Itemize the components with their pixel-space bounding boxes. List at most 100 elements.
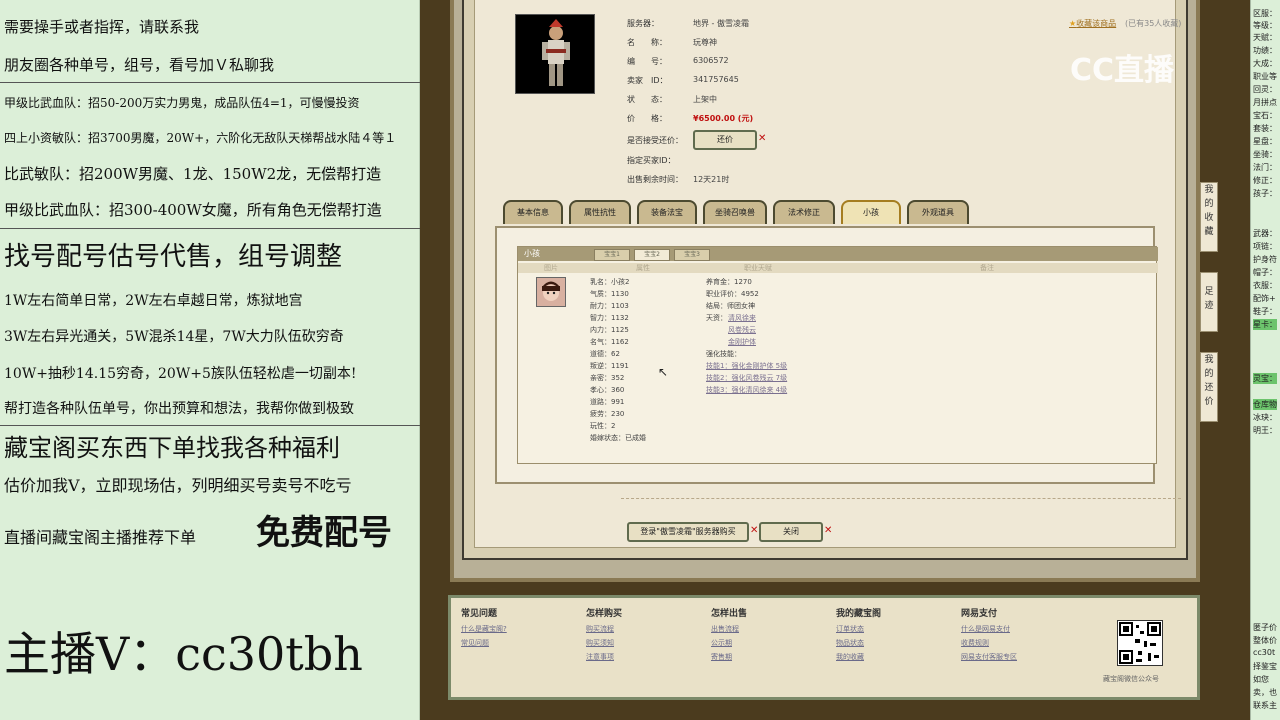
footer-link[interactable]: 我的收藏 — [836, 652, 864, 662]
footer-link[interactable]: 收费规则 — [961, 638, 989, 648]
promo-line: 1W左右简单日常，2W左右卓越日常，炼狱地宫 — [4, 293, 303, 309]
time-left-value: 12天21时 — [693, 175, 730, 184]
promo-line: 帮打造各种队伍单号，你出预算和想法，我帮你做到极致 — [4, 401, 354, 417]
tab-kid-3[interactable]: 宝宝3 — [674, 249, 710, 261]
info-row: 星盘： — [1253, 137, 1277, 146]
footer-link[interactable]: 常见问题 — [461, 638, 489, 648]
price-label: 价 格： — [627, 114, 667, 123]
info-row: 星卡： — [1253, 319, 1277, 330]
info-row: 整体价 — [1253, 636, 1277, 645]
sidebar-footprint[interactable]: 足迹 — [1200, 272, 1218, 332]
tab-kid-2[interactable]: 宝宝2 — [634, 249, 670, 261]
kid-info: 天资： — [706, 314, 727, 322]
footer-heading: 怎样出售 — [711, 609, 748, 619]
divider — [621, 498, 1181, 499]
footer-link[interactable]: 什么是网易支付 — [961, 624, 1010, 634]
promo-line: 四上小资敏队：招3700男魔，20W+，六阶化无敌队天梯帮战水陆４等１ — [4, 131, 397, 145]
info-row: 区服： — [1253, 9, 1277, 18]
kid-info: 结局：师团女神 — [706, 302, 755, 310]
seller-value: 341757645 — [693, 75, 739, 84]
sidebar-my-favorites[interactable]: 我的收藏 — [1200, 182, 1218, 252]
kid-attr: 叛逆：1191 — [590, 362, 629, 370]
kid-attr: 孝心：360 — [590, 386, 625, 394]
info-row: 功绩： — [1253, 46, 1277, 55]
favorite-link-label: 收藏该商品 — [1076, 19, 1117, 28]
info-row: 宝石： — [1253, 111, 1277, 120]
bargain-button[interactable]: 还价 — [693, 130, 757, 150]
qr-code — [1117, 620, 1163, 666]
enhance-skill-link[interactable]: 技能2：强化风卷残云 7级 — [706, 373, 787, 383]
kids-column-header: 图片 属性 职业天赋 备注 — [518, 263, 1158, 273]
footer-link[interactable]: 公示期 — [711, 638, 732, 648]
kid-attr: 智力：1132 — [590, 314, 629, 322]
footer-heading: 网易支付 — [961, 609, 998, 619]
info-row: 明王： — [1253, 426, 1277, 435]
info-row: 套装： — [1253, 124, 1277, 133]
favorite-link[interactable]: ★收藏该商品 — [1069, 18, 1116, 29]
kid-attr: 内力：1125 — [590, 326, 629, 334]
status-label: 状 态： — [627, 95, 667, 104]
account-info-strip: 区服： 等级： 天赋： 功绩： 大成： 职业等 回灵： 月拼点 宝石： 套装： … — [1250, 0, 1280, 720]
price-value: ¥6500.00 (元) — [693, 114, 754, 123]
time-left-label: 出售剩余时间： — [627, 175, 683, 184]
promo-heading: 藏宝阁买东西下单找我各种福利 — [4, 434, 340, 462]
tab-kid-1[interactable]: 宝宝1 — [594, 249, 630, 261]
footer-link[interactable]: 订单状态 — [836, 624, 864, 634]
kid-attr: 亲密：352 — [590, 374, 625, 382]
id-label: 编 号： — [627, 57, 667, 66]
kid-attr: 疲劳：230 — [590, 410, 625, 418]
info-row: 如您 — [1253, 675, 1269, 684]
help-footer: 常见问题 什么是藏宝阁? 常见问题 怎样购买 购买流程 购买须知 注意事项 怎样… — [448, 595, 1200, 700]
info-row: 仓库物 — [1253, 399, 1277, 410]
close-button[interactable]: 关闭 — [759, 522, 823, 542]
col-talent: 职业天赋 — [744, 264, 772, 272]
kid-attr: 气质：1130 — [590, 290, 629, 298]
favorite-count: (已有35人收藏) — [1125, 19, 1182, 28]
close-icon: ✕ — [750, 525, 759, 536]
kid-portrait — [536, 277, 566, 307]
kid-attr: 乳名：小孩2 — [590, 278, 630, 286]
id-value: 6306572 — [693, 56, 729, 65]
tab-appearance[interactable]: 外观道具 — [907, 200, 969, 224]
info-row: 月拼点 — [1253, 98, 1277, 107]
sidebar-my-bargains[interactable]: 我的还价 — [1200, 352, 1218, 422]
promo-line: 甲级比武血队：招50-200万实力男鬼，成品队伍4=1，可慢慢投资 — [4, 96, 360, 110]
footer-link[interactable]: 什么是藏宝阁? — [461, 624, 507, 634]
tab-attributes[interactable]: 属性抗性 — [569, 200, 631, 224]
promo-free-match: 免费配号 — [256, 513, 392, 553]
kid-attr: 名气：1162 — [590, 338, 629, 346]
footer-link[interactable]: 物品状态 — [836, 638, 864, 648]
info-row: 法门： — [1253, 163, 1277, 172]
info-row: 修正： — [1253, 176, 1277, 185]
enhance-skill-link[interactable]: 技能1：强化金刚护体 5级 — [706, 361, 787, 371]
info-row: 配饰+ — [1253, 294, 1276, 303]
info-row: 鞋子： — [1253, 307, 1277, 316]
footer-link[interactable]: 购买流程 — [586, 624, 614, 634]
talent-link[interactable]: 金刚护体 — [728, 337, 756, 347]
streamer-contact: 主播V：cc30tbh — [4, 627, 363, 681]
col-attributes: 属性 — [636, 264, 650, 272]
tab-spells[interactable]: 法术修正 — [773, 200, 835, 224]
tab-equipment[interactable]: 装备法宝 — [637, 200, 697, 224]
footer-link[interactable]: 寄售期 — [711, 652, 732, 662]
enhance-skill-link[interactable]: 技能3：强化清风徐来 4级 — [706, 385, 787, 395]
info-row: 灵宝： — [1253, 373, 1277, 384]
footer-link[interactable]: 网易支付客服专区 — [961, 652, 1017, 662]
tab-kids[interactable]: 小孩 — [841, 200, 901, 224]
footer-link[interactable]: 购买须知 — [586, 638, 614, 648]
tab-mounts-pets[interactable]: 坐骑召唤兽 — [703, 200, 767, 224]
info-row: cc30t — [1253, 648, 1276, 657]
login-buy-button[interactable]: 登录"傲雪凌霜"服务器购买 — [627, 522, 749, 542]
talent-link[interactable]: 风卷残云 — [728, 325, 756, 335]
info-row: 孩子： — [1253, 189, 1277, 198]
footer-link[interactable]: 注意事项 — [586, 652, 614, 662]
promo-line: 直播间藏宝阁主播推荐下单 — [4, 528, 197, 547]
talent-link[interactable]: 清风徐来 — [728, 313, 756, 323]
tab-basic-info[interactable]: 基本信息 — [503, 200, 563, 224]
status-value: 上架中 — [693, 95, 717, 104]
divider — [0, 425, 420, 426]
info-row: 卖，也 — [1253, 688, 1277, 697]
info-row: 护身符 — [1253, 255, 1277, 264]
info-row: 匿子价 — [1253, 623, 1277, 632]
footer-link[interactable]: 出售流程 — [711, 624, 739, 634]
